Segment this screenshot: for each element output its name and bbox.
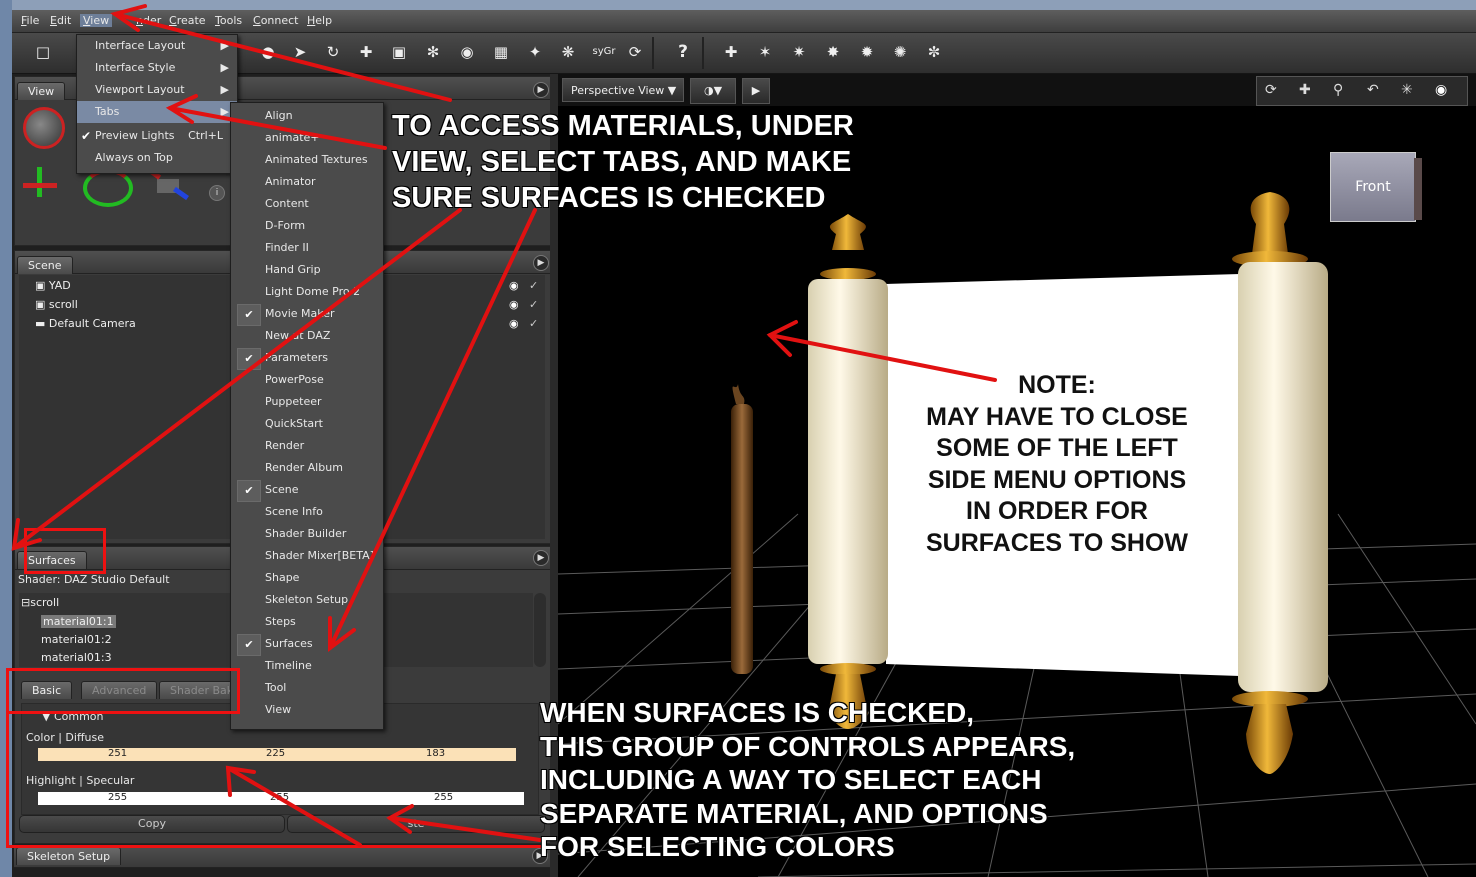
callout-line: NOTE:: [1018, 371, 1096, 399]
callout-bottom: WHEN SURFACES IS CHECKED, THIS GROUP OF …: [540, 696, 1075, 864]
callout-line: MAY HAVE TO CLOSE: [926, 402, 1188, 431]
callout-top: TO ACCESS MATERIALS, UNDER VIEW, SELECT …: [392, 108, 854, 216]
callout-line: VIEW, SELECT TABS, AND MAKE: [392, 146, 852, 178]
callout-line: FOR SELECTING COLORS: [540, 831, 895, 862]
callout-line: WHEN SURFACES IS CHECKED,: [540, 697, 975, 728]
callout-line: SEPARATE MATERIAL, AND OPTIONS: [540, 797, 1048, 829]
callout-line: SURFACES TO SHOW: [925, 528, 1189, 557]
callout-line: INCLUDING A WAY TO SELECT EACH: [540, 764, 1042, 795]
callout-line: SIDE MENU OPTIONS: [927, 465, 1187, 494]
callout-line: THIS GROUP OF CONTROLS APPEARS,: [540, 730, 1076, 762]
callout-line: SURE SURFACES IS CHECKED: [392, 182, 826, 214]
callout-note: NOTE: MAY HAVE TO CLOSE SOME OF THE LEFT…: [904, 370, 1210, 559]
callout-line: IN ORDER FOR: [966, 497, 1148, 525]
callout-line: SOME OF THE LEFT: [936, 434, 1178, 462]
callout-line: TO ACCESS MATERIALS, UNDER: [392, 110, 854, 142]
